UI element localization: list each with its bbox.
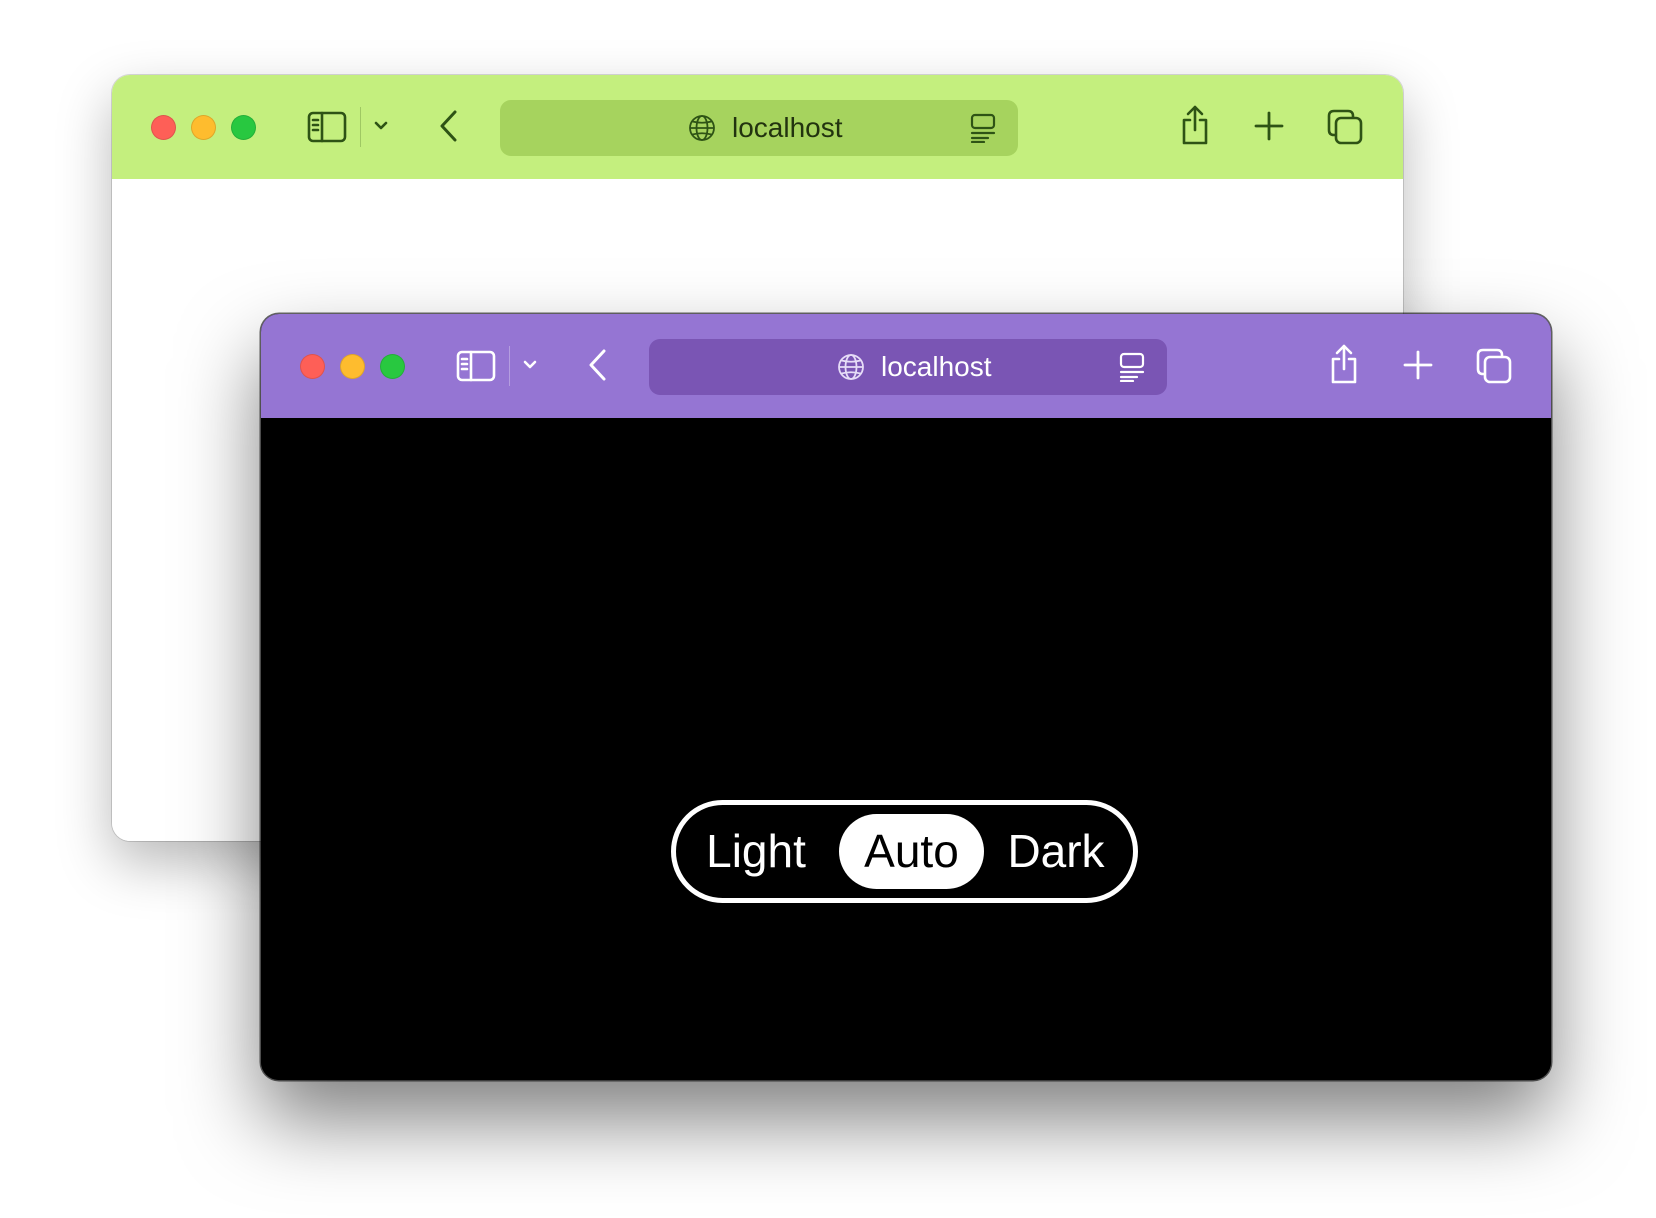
plus-icon[interactable] (1402, 349, 1434, 381)
sidebar-icon[interactable] (456, 349, 496, 383)
url-text: localhost (881, 351, 992, 382)
back-close-button[interactable] (151, 115, 176, 140)
share-icon[interactable] (1328, 343, 1360, 385)
reader-icon[interactable] (970, 113, 996, 143)
front-minimize-button[interactable] (340, 354, 365, 379)
chevron-down-icon[interactable] (522, 359, 538, 371)
globe-icon (689, 115, 715, 141)
chevron-down-icon[interactable] (373, 120, 389, 132)
front-browser-window: localhost Light Auto Dark (261, 314, 1551, 1080)
back-toolbar: localhost (112, 75, 1403, 179)
url-text: localhost (732, 112, 843, 143)
share-icon[interactable] (1179, 104, 1211, 146)
address-bar[interactable]: localhost (649, 339, 1167, 395)
address-bar[interactable]: localhost (500, 100, 1018, 156)
sidebar-icon[interactable] (307, 110, 347, 144)
front-toolbar: localhost (261, 314, 1551, 418)
tabs-overview-icon[interactable] (1326, 108, 1364, 146)
back-arrow-icon[interactable] (438, 109, 460, 143)
theme-option-light[interactable]: Light (696, 805, 816, 898)
theme-option-auto[interactable]: Auto (839, 805, 984, 898)
back-minimize-button[interactable] (191, 115, 216, 140)
front-maximize-button[interactable] (380, 354, 405, 379)
theme-option-dark[interactable]: Dark (996, 805, 1116, 898)
back-maximize-button[interactable] (231, 115, 256, 140)
toolbar-divider (509, 346, 510, 386)
back-arrow-icon[interactable] (587, 348, 609, 382)
theme-toggle: Light Auto Dark (671, 800, 1138, 903)
globe-icon (838, 354, 864, 380)
reader-icon[interactable] (1119, 352, 1145, 382)
front-close-button[interactable] (300, 354, 325, 379)
front-page-content: Light Auto Dark (261, 418, 1551, 1080)
toolbar-divider (360, 107, 361, 147)
tabs-overview-icon[interactable] (1475, 347, 1513, 385)
plus-icon[interactable] (1253, 110, 1285, 142)
